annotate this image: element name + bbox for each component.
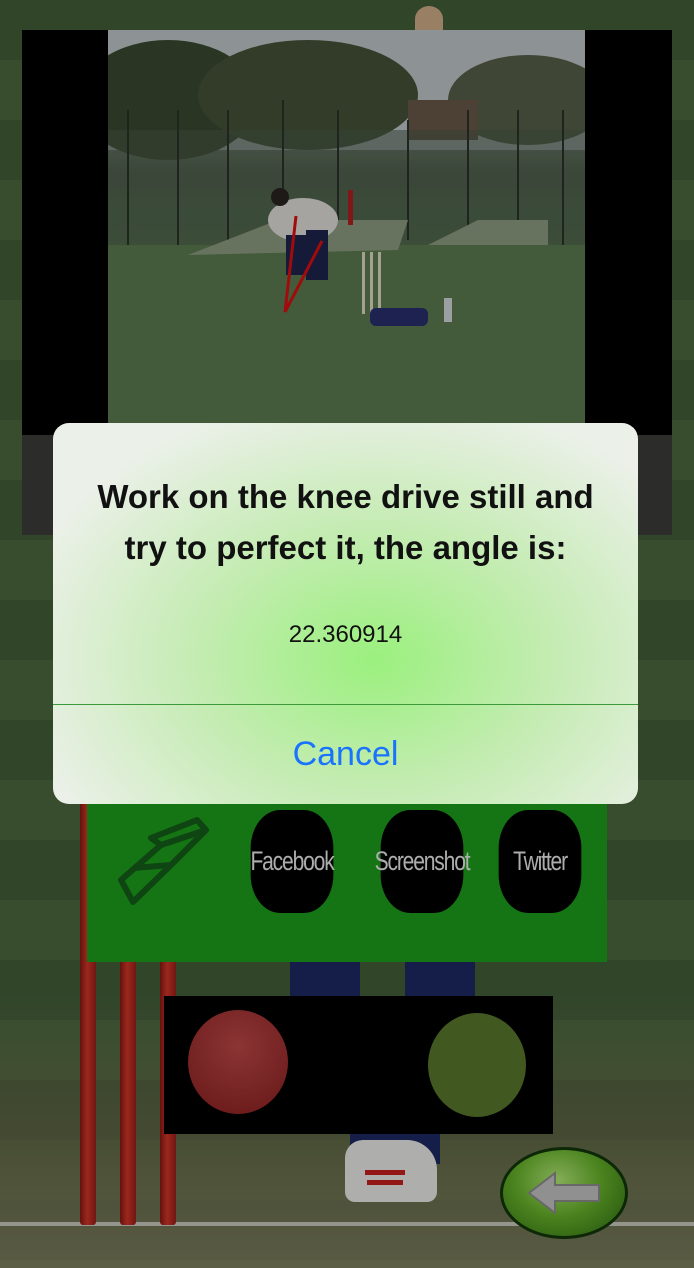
cancel-button[interactable]: Cancel <box>53 705 638 804</box>
alert-title: Work on the knee drive still and try to … <box>97 478 594 566</box>
alert-dialog: Work on the knee drive still and try to … <box>53 423 638 804</box>
alert-message: 22.360914 <box>288 621 403 648</box>
